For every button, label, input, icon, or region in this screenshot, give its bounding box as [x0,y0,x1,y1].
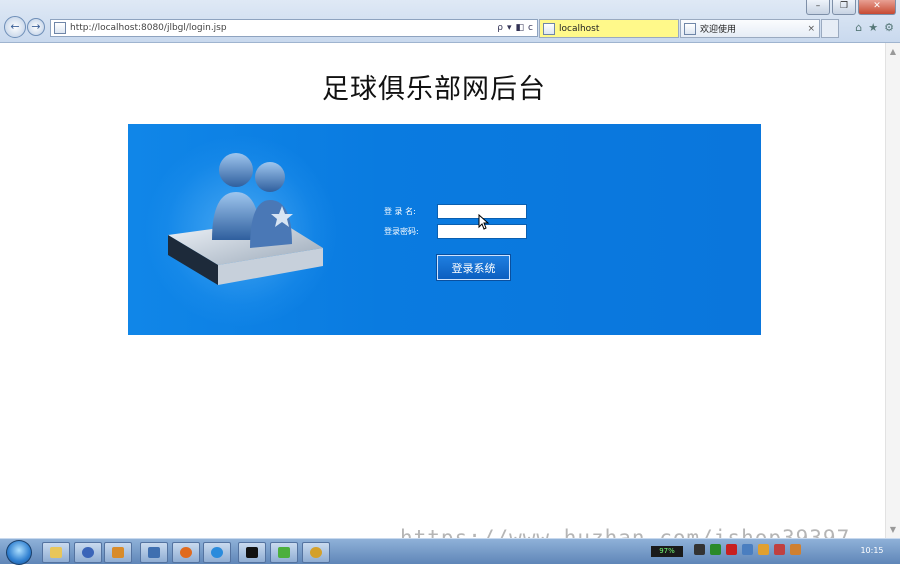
taskbar-library[interactable] [104,542,132,563]
library-icon [112,547,124,558]
command-icons: ⌂ ★ ⚙ [855,21,894,34]
new-tab-button[interactable] [821,19,839,38]
chevron-down-icon[interactable]: ▾ [507,23,512,33]
taskbar-console[interactable] [238,542,266,563]
minimize-button[interactable]: – [806,0,830,15]
taskbar-firefox[interactable] [172,542,200,563]
compatibility-icon[interactable]: ◧ [516,23,525,33]
forward-button[interactable]: → [27,18,45,36]
address-tools: ρ ▾ ◧ c [497,23,537,33]
firefox-icon [180,547,192,558]
taskbar-media[interactable] [74,542,102,563]
close-icon[interactable]: × [803,24,819,34]
close-window-button[interactable]: ✕ [858,0,896,15]
page-title: 足球俱乐部网后台 [322,74,546,105]
vertical-scrollbar[interactable]: ▲ ▼ [885,43,900,538]
favorites-icon[interactable]: ★ [868,21,878,34]
app-icon [278,547,290,558]
users-illustration-icon [168,153,323,285]
page-icon [543,22,555,35]
tab-label: localhost [559,23,600,34]
network-icon [148,547,160,558]
home-icon[interactable]: ⌂ [855,21,862,34]
browser-chrome: – ❐ ✕ ← → http://localhost:8080/jlbgl/lo… [0,0,900,43]
tab-localhost[interactable]: localhost [539,19,679,38]
tab-label: 欢迎使用 [700,25,737,35]
tab-welcome[interactable]: 欢迎使用 × [680,19,820,38]
taskbar-network[interactable] [140,542,168,563]
mouse-cursor-icon [478,214,490,230]
search-icon[interactable]: ρ [497,23,503,33]
refresh-icon[interactable]: c [528,23,533,33]
folder-icon [50,547,62,558]
password-label: 登录密码: [384,227,419,236]
page-icon [54,22,66,34]
login-panel: 登 录 名: 登录密码: 登录系统 [128,124,761,335]
tray-icon[interactable] [774,544,785,555]
ie-icon [211,547,223,558]
scroll-up-icon[interactable]: ▲ [886,47,900,56]
login-button[interactable]: 登录系统 [437,255,510,280]
username-label: 登 录 名: [384,207,416,216]
taskbar: 97% 10:15 [0,538,900,565]
tray-icon[interactable] [790,544,801,555]
url-text[interactable]: http://localhost:8080/jlbgl/login.jsp [70,23,497,33]
maximize-button[interactable]: ❐ [832,0,856,15]
tray-icon[interactable] [758,544,769,555]
media-icon [82,547,94,558]
taskbar-explorer[interactable] [42,542,70,563]
tray-icon[interactable] [710,544,721,555]
window-controls: – ❐ ✕ [806,0,896,15]
battery-indicator[interactable]: 97% [651,546,683,557]
tray-icon[interactable] [726,544,737,555]
tray-icon[interactable] [742,544,753,555]
gear-icon[interactable]: ⚙ [884,21,894,34]
tray-icon[interactable] [694,544,705,555]
start-button[interactable] [6,540,32,565]
back-button[interactable]: ← [4,16,26,38]
address-bar[interactable]: http://localhost:8080/jlbgl/login.jsp ρ … [50,19,538,37]
taskbar-app[interactable] [270,542,298,563]
taskbar-chrome[interactable] [302,542,330,563]
console-icon [246,547,258,558]
taskbar-ie[interactable] [203,542,231,563]
page-viewport: 足球俱乐部网后台 登 录 名: 登录密码: 登录系统 [0,43,886,538]
chrome-icon [310,547,322,558]
clock[interactable]: 10:15 [852,546,892,555]
page-icon [684,22,696,35]
scroll-down-icon[interactable]: ▼ [886,525,900,534]
system-tray [694,544,801,555]
